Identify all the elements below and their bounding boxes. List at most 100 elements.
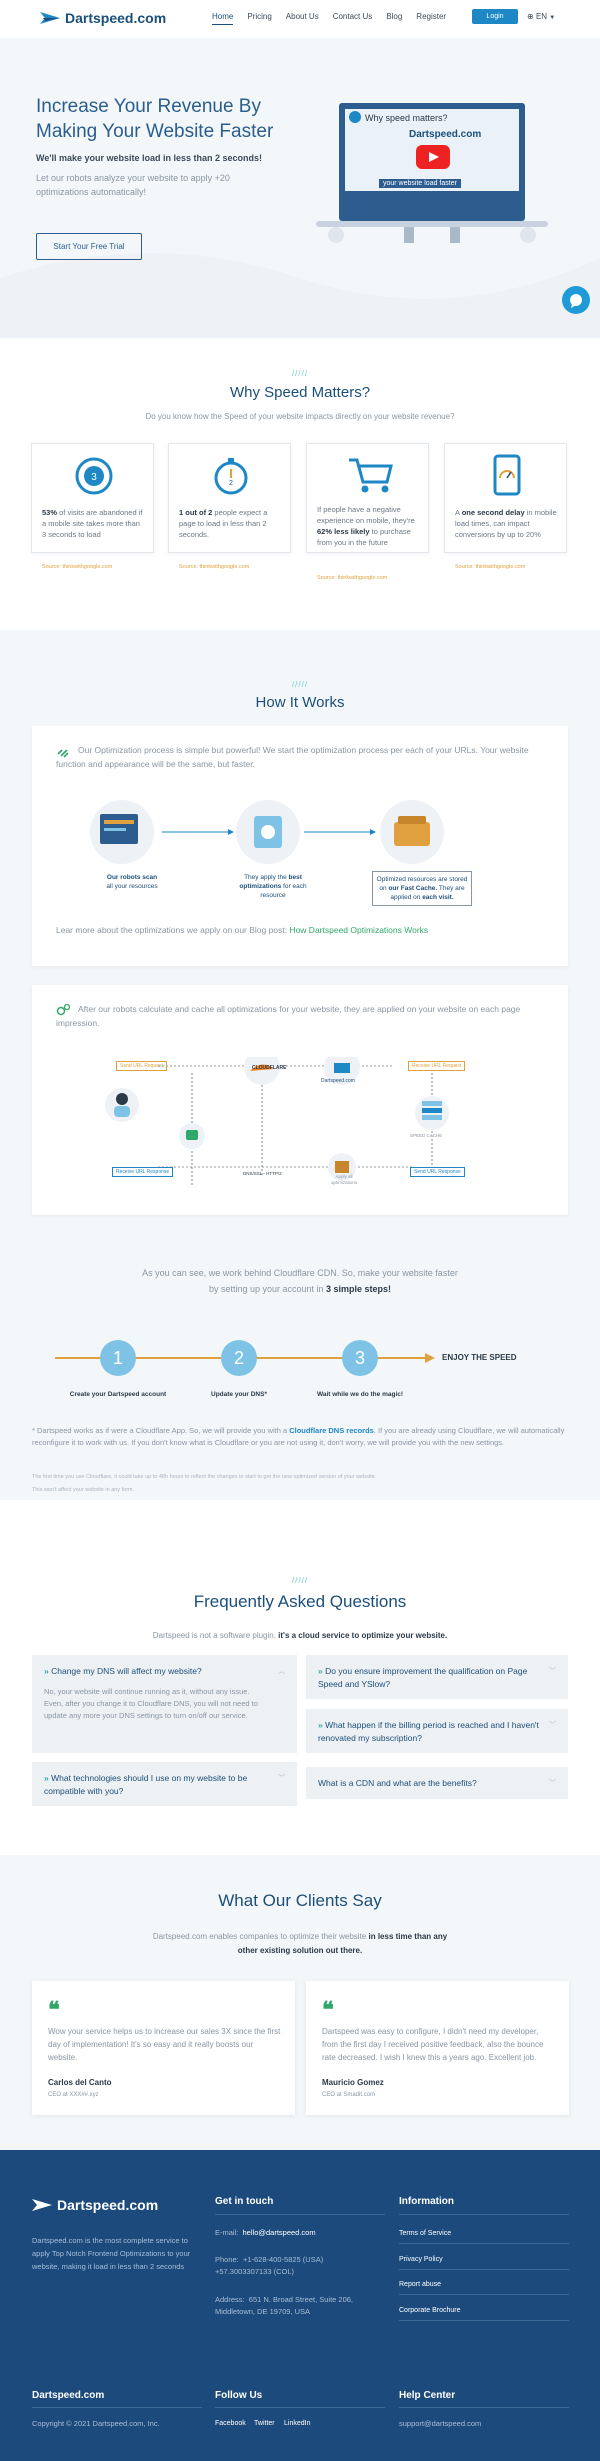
linkedin-link[interactable]: LinkedIn <box>284 2420 310 2427</box>
faq-item[interactable]: » Do you ensure improvement the qualific… <box>306 1655 568 1699</box>
nav-register[interactable]: Register <box>416 12 446 25</box>
testimonial-name: Carlos del Canto <box>48 2078 112 2087</box>
faq-item[interactable]: » What happen if the billing period is r… <box>306 1709 568 1753</box>
hero-subtitle: We'll make your website load in less tha… <box>36 153 263 163</box>
chat-button[interactable] <box>562 286 590 314</box>
blog-link[interactable]: How Dartspeed Optimizations Works <box>289 925 428 935</box>
dns-footnote: * Dartspeed works as if were a Cloudflar… <box>32 1425 572 1449</box>
logo[interactable]: Dartspeed.com <box>40 10 166 26</box>
address-label: Address: <box>215 2295 245 2304</box>
cloudflare-note-2: by setting up your account in 3 simple s… <box>0 1284 600 1294</box>
footer-description: Dartspeed.com is the most complete servi… <box>32 2236 191 2271</box>
report-abuse-link[interactable]: Report abuse <box>399 2281 441 2288</box>
testimonial-card: ❝ Wow your service helps us to increase … <box>32 1981 295 2115</box>
address-line-1: 651 N. Broad Street, Suite 206, <box>248 2295 354 2304</box>
step-number-2: 2 <box>221 1340 257 1376</box>
divider <box>399 2214 569 2215</box>
step-cache-label: Optimized resources are stored on our Fa… <box>372 871 472 906</box>
start-free-trial-button[interactable]: Start Your Free Trial <box>36 233 142 260</box>
language-selector[interactable]: ⊕ EN ▼ <box>527 12 555 21</box>
login-button[interactable]: Login <box>472 9 518 24</box>
video-player[interactable]: Why speed matters? Dartspeed.com your we… <box>339 103 525 221</box>
footer-brand: Dartspeed.com <box>57 2197 159 2213</box>
divider <box>399 2269 569 2270</box>
video-brand: Dartspeed.com <box>409 129 482 140</box>
support-email[interactable]: support@dartspeed.com <box>399 2418 481 2430</box>
why-title: Why Speed Matters? <box>229 384 371 401</box>
hourglass-icon: 3 <box>75 457 113 495</box>
stat-source: Source: thinkwithgoogle.com <box>455 564 526 570</box>
faq-item-open[interactable]: » Change my DNS will affect my website? … <box>32 1655 297 1753</box>
dns-footnote-text: * Dartspeed works as if were a Cloudflar… <box>32 1426 290 1435</box>
footer-logo[interactable]: Dartspeed.com <box>32 2197 158 2213</box>
nav-home[interactable]: Home <box>212 12 234 25</box>
faq-question: Do you ensure improvement the qualificat… <box>318 1666 528 1689</box>
phone-usa[interactable]: +1-628-400-5825 (USA) <box>243 2255 323 2264</box>
nav-pricing[interactable]: Pricing <box>247 12 271 25</box>
step-cache-bold: our Fast Cache. <box>388 885 438 892</box>
footer: Dartspeed.com Dartspeed.com is the most … <box>0 2150 600 2461</box>
nav-contact[interactable]: Contact Us <box>333 12 373 25</box>
section-divider: ///// <box>291 1576 309 1585</box>
globe-icon: ⊕ <box>527 12 534 21</box>
address-line-2: Middletown, DE 19709, USA <box>215 2307 311 2316</box>
divider <box>399 2294 569 2295</box>
dns-footnote-bold: Cloudflare DNS records <box>289 1426 374 1435</box>
stat-text: If people have a negative experience on … <box>317 504 421 548</box>
section-divider: ///// <box>291 680 309 689</box>
blog-text: Lear more about the optimizations we app… <box>56 925 288 935</box>
testimonial-role: CEO at Smadit.com <box>322 2092 376 2098</box>
hero-title: Increase Your Revenue By Making Your Web… <box>36 96 274 142</box>
logo-dart-icon <box>40 12 60 24</box>
svg-text:3: 3 <box>91 472 97 483</box>
information-title: Information <box>399 2196 454 2207</box>
nav-blog[interactable]: Blog <box>386 12 402 25</box>
facebook-link[interactable]: Facebook <box>215 2420 246 2427</box>
testimonial-card: ❝ Dartspeed was easy to configure, I did… <box>306 1981 569 2115</box>
channel-avatar <box>349 111 361 123</box>
faq-title: Frequently Asked Questions <box>193 1592 407 1611</box>
receive-url-request-tag: Receive URL Request <box>408 1061 466 1071</box>
phone-col[interactable]: +57.3003307133 (COL) <box>215 2267 294 2276</box>
logo-dart-icon <box>32 2199 52 2211</box>
twitter-link[interactable]: Twitter <box>254 2420 275 2427</box>
testimonial-quote: Dartspeed was easy to configure, I didn'… <box>322 2027 544 2062</box>
get-in-touch-title: Get in touch <box>215 2196 274 2207</box>
delivery-panel: After our robots calculate and cache all… <box>32 985 568 1215</box>
divider <box>32 2407 202 2408</box>
brochure-link[interactable]: Corporate Brochure <box>399 2307 460 2314</box>
cloudflare-note-bold: 3 simple steps! <box>326 1284 392 1294</box>
faq-subtitle-bold: it's a cloud service to optimize your we… <box>278 1631 448 1640</box>
propagation-note: The first time you use Cloudflare, it co… <box>32 1474 377 1480</box>
step-label-3: Wait while we do the magic! <box>316 1391 404 1398</box>
mobile-speed-icon <box>493 454 521 496</box>
enjoy-speed-label: ENJOY THE SPEED <box>442 1353 517 1362</box>
receive-url-response-tag: Receive URL Response <box>112 1167 174 1177</box>
speed-cache-label: SPEED CACHE <box>410 1133 443 1138</box>
step-number-1: 1 <box>100 1340 136 1376</box>
faq-item[interactable]: What is a CDN and what are the benefits?… <box>306 1767 568 1799</box>
language-label: EN <box>535 12 548 21</box>
stat-text: 53% of visits are abandoned if a mobile … <box>42 507 146 540</box>
stat-text-start: A <box>455 508 462 517</box>
stat-highlight: 1 out of 2 <box>179 508 213 517</box>
step-scan-bold: Our robots scan <box>106 874 158 881</box>
double-chevron-icon: » <box>318 1720 323 1730</box>
dartspeed-node-label: Dartspeed.com <box>321 1078 355 1084</box>
nav-about[interactable]: About Us <box>286 12 319 25</box>
stat-source: Source: thinkwithgoogle.com <box>317 575 388 581</box>
play-button[interactable] <box>416 145 450 169</box>
optimization-panel: Our Optimization process is simple but p… <box>32 726 568 966</box>
privacy-link[interactable]: Privacy Policy <box>399 2256 443 2263</box>
stat-card: 2 1 out of 2 people expect a page to loa… <box>168 443 291 570</box>
arrow-right-icon <box>425 1353 435 1363</box>
cloudflare-note-text: by setting up your account in <box>208 1284 327 1294</box>
step-number-3: 3 <box>342 1340 378 1376</box>
terms-link[interactable]: Terms of Service <box>399 2230 451 2237</box>
faq-item[interactable]: » What technologies should I use on my w… <box>32 1762 297 1806</box>
cloudflare-label: CLOUDFLARE <box>252 1065 287 1071</box>
double-chevron-icon: » <box>44 1666 49 1676</box>
email-link[interactable]: hello@dartspeed.com <box>243 2228 316 2237</box>
svg-text:2: 2 <box>229 480 233 487</box>
stat-card: 3 53% of visits are abandoned if a mobil… <box>31 443 154 570</box>
